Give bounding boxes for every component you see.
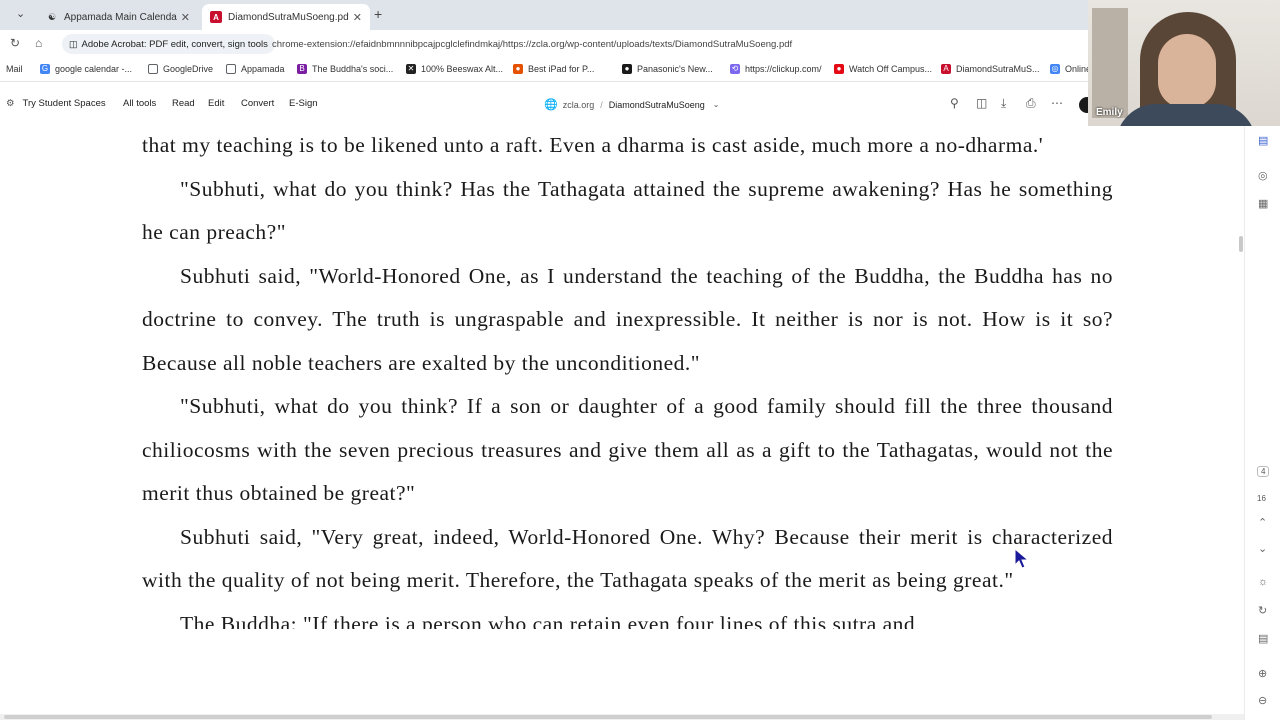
page-view-icon[interactable]: ◫ <box>976 96 987 110</box>
total-pages: 16 <box>1257 494 1266 503</box>
globe-icon: ◎ <box>1050 64 1060 74</box>
esign-button[interactable]: E-Sign <box>289 98 318 109</box>
ai-assistant-icon[interactable]: ◎ <box>1258 169 1268 182</box>
close-icon[interactable]: ✕ <box>353 11 362 24</box>
bookmark-label: DiamondSutraMuS... <box>956 64 1040 74</box>
bookmark-label: https://clickup.com/ <box>745 64 822 74</box>
brightness-icon[interactable]: ☼ <box>1258 576 1268 588</box>
sparkle-icon: ⚙ <box>6 98 15 109</box>
bookmark-label: google calendar -... <box>55 64 133 74</box>
all-tools-button[interactable]: All tools <box>123 98 156 109</box>
site-chip-label: Adobe Acrobat: PDF edit, convert, sign t… <box>81 38 268 50</box>
paragraph: "Subhuti, what do you think? If a son or… <box>142 394 1113 505</box>
folder-icon <box>148 64 158 74</box>
paragraph: The Buddha: "If there is a person who ca… <box>180 611 916 629</box>
pdf-page-text: that my teaching is to be likened unto a… <box>142 124 1113 629</box>
chevron-down-icon[interactable]: ⌄ <box>1258 542 1267 555</box>
apps-grid-icon[interactable]: ▦ <box>1258 197 1268 210</box>
participant-name: Emily <box>1096 107 1123 118</box>
right-tool-rail: ▤ ◎ ▦ 4 16 ⌃ ⌄ ☼ ↻ ▤ ⊕ ⊖ <box>1244 124 1280 720</box>
try-student-spaces-button[interactable]: ⚙ Try Student Spaces <box>6 98 106 109</box>
horizontal-scrollbar[interactable] <box>0 714 1244 720</box>
pdf-icon: A <box>210 11 222 23</box>
chevron-up-icon[interactable]: ⌃ <box>1258 516 1267 529</box>
tab-title: DiamondSutraMuSoeng.pdf <box>228 11 349 23</box>
domain-label[interactable]: zcla.org <box>563 100 595 110</box>
paragraph: Subhuti said, "World-Honored One, as I u… <box>142 263 1113 375</box>
zoom-in-icon[interactable]: ⊕ <box>1258 667 1267 680</box>
webcam-person-face <box>1158 34 1216 108</box>
candle-icon: ✕ <box>406 64 416 74</box>
url-text[interactable]: chrome-extension://efaidnbmnnnibpcajpcgl… <box>272 39 792 50</box>
bookmark-label: Appamada <box>241 64 285 74</box>
breadcrumb-separator: / <box>600 99 603 110</box>
bookmark-label: The Buddha's soci... <box>312 64 394 74</box>
document-icon[interactable]: ▤ <box>1258 632 1268 645</box>
webcam-video-overlay: Emily <box>1088 0 1280 126</box>
bookmark-item[interactable]: ⟲ https://clickup.com/ <box>730 64 822 74</box>
book-icon: B <box>297 64 307 74</box>
bookmark-item[interactable]: ● Panasonic's New... <box>622 64 713 74</box>
tab-search-chevron-icon[interactable]: ⌄ <box>16 7 25 20</box>
webcam-background <box>1092 8 1128 118</box>
print-icon[interactable]: ⎙ <box>1026 96 1036 111</box>
new-tab-plus-icon[interactable]: + <box>374 6 382 22</box>
bookmark-item[interactable]: Mail <box>6 64 23 74</box>
google-icon: G <box>40 64 50 74</box>
more-options-icon[interactable]: ⋯ <box>1051 96 1063 110</box>
bookmark-item[interactable]: GoogleDrive <box>148 64 213 74</box>
bookmark-item[interactable]: ● Best iPad for P... <box>513 64 594 74</box>
paragraph: "Subhuti, what do you think? Has the Tat… <box>142 176 1113 245</box>
bookmark-label: Mail <box>6 64 23 74</box>
current-page-input[interactable]: 4 <box>1257 466 1270 477</box>
bookmark-label: Watch Off Campus... <box>849 64 933 74</box>
paragraph: that my teaching is to be likened unto a… <box>142 133 1044 157</box>
site-icon: ● <box>622 64 632 74</box>
bookmark-item[interactable]: Appamada <box>226 64 285 74</box>
student-label: Try Student Spaces <box>22 98 106 109</box>
close-icon[interactable]: ✕ <box>181 11 190 24</box>
appamada-icon: ☯ <box>47 11 57 22</box>
tab-appamada-calendar[interactable]: ☯ Appamada Main Calendar -- ... ✕ <box>38 4 198 30</box>
download-icon[interactable]: ⤓ <box>1001 96 1006 111</box>
bookmark-item[interactable]: ✕ 100% Beeswax Alt... <box>406 64 503 74</box>
breadcrumb: 🌐 zcla.org / DiamondSutraMuSoeng ⌄ <box>544 98 720 111</box>
home-icon[interactable]: ⌂ <box>35 36 42 50</box>
horizontal-scroll-thumb[interactable] <box>4 715 1212 719</box>
search-icon[interactable]: ⚲ <box>950 96 959 110</box>
bookmark-label: 100% Beeswax Alt... <box>421 64 504 74</box>
bookmark-item[interactable]: B The Buddha's soci... <box>297 64 393 74</box>
folder-icon <box>226 64 236 74</box>
read-button[interactable]: Read <box>172 98 195 109</box>
convert-button[interactable]: Convert <box>241 98 274 109</box>
extension-icon: ◫ <box>69 38 78 49</box>
tab-diamond-sutra-pdf[interactable]: A DiamondSutraMuSoeng.pdf ✕ <box>202 4 370 30</box>
vertical-scrollbar[interactable] <box>1239 236 1243 252</box>
reload-icon[interactable]: ↻ <box>10 36 20 50</box>
rotate-icon[interactable]: ↻ <box>1258 604 1267 617</box>
bookmark-label: Panasonic's New... <box>637 64 713 74</box>
site-info-chip[interactable]: ◫ Adobe Acrobat: PDF edit, convert, sign… <box>62 34 275 54</box>
clickup-icon: ⟲ <box>730 64 740 74</box>
globe-icon: 🌐 <box>544 99 558 111</box>
paragraph: Subhuti said, "Very great, indeed, World… <box>142 524 1113 593</box>
pdf-page-view[interactable]: that my teaching is to be likened unto a… <box>0 124 1244 714</box>
tab-title: Appamada Main Calendar -- ... <box>64 11 177 23</box>
bookmark-label: Best iPad for P... <box>528 64 595 74</box>
comment-icon[interactable]: ▤ <box>1258 134 1268 147</box>
site-icon: ● <box>834 64 844 74</box>
site-icon: ● <box>513 64 523 74</box>
mouse-cursor-icon <box>1014 548 1030 569</box>
bookmark-item[interactable]: Ggoogle calendar -... <box>40 64 132 74</box>
chevron-down-icon[interactable]: ⌄ <box>713 100 720 109</box>
bookmark-item[interactable]: ◎ Online <box>1050 64 1091 74</box>
zoom-out-icon[interactable]: ⊖ <box>1258 694 1267 707</box>
pdf-icon: A <box>941 64 951 74</box>
bookmark-item[interactable]: ● Watch Off Campus... <box>834 64 932 74</box>
edit-button[interactable]: Edit <box>208 98 224 109</box>
document-name[interactable]: DiamondSutraMuSoeng <box>609 100 705 110</box>
bookmark-item[interactable]: A DiamondSutraMuS... <box>941 64 1040 74</box>
bookmark-label: GoogleDrive <box>163 64 214 74</box>
